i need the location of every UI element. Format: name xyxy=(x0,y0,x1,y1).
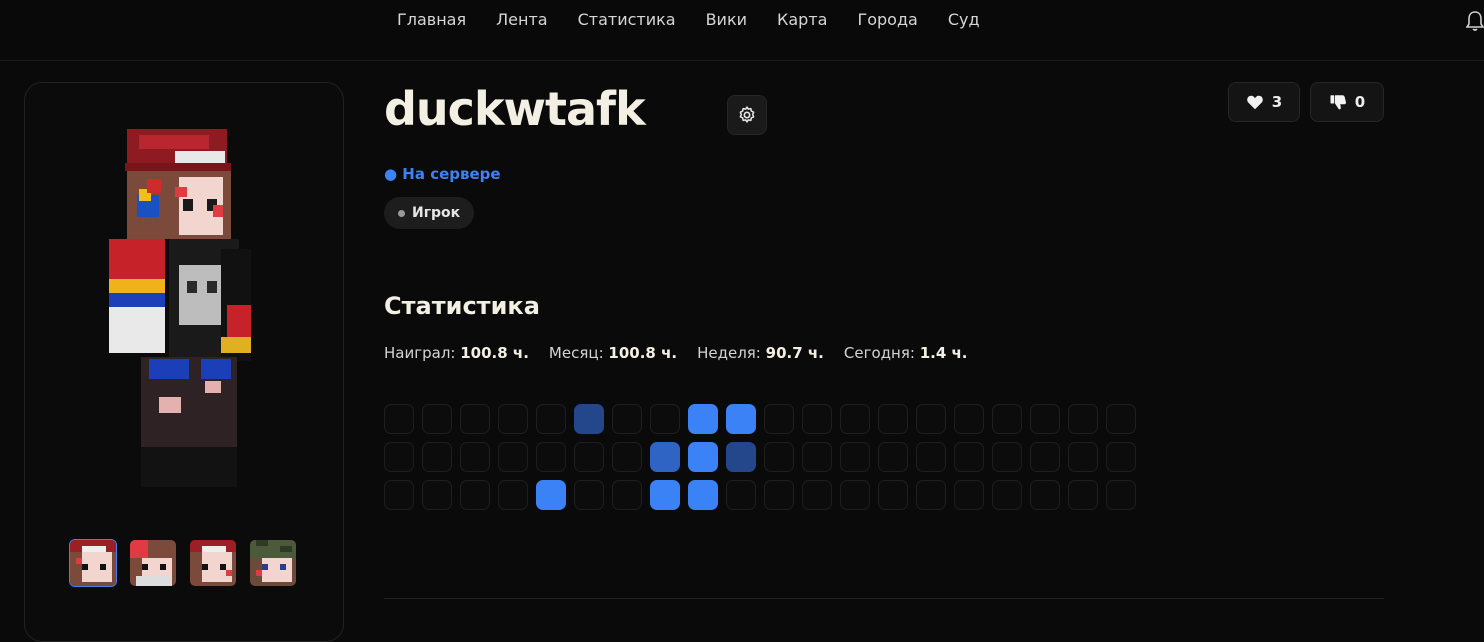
nav-item-statistics[interactable]: Статистика xyxy=(578,10,676,29)
heatmap-cell xyxy=(954,404,984,434)
heatmap-cell xyxy=(460,442,490,472)
divider xyxy=(384,598,1384,599)
heatmap-cell xyxy=(384,442,414,472)
heatmap-cell xyxy=(536,404,566,434)
stat-total: Наиграл: 100.8 ч. xyxy=(384,344,529,362)
heatmap-cell xyxy=(992,404,1022,434)
heatmap-cell xyxy=(1068,480,1098,510)
heatmap-cell xyxy=(384,404,414,434)
heatmap-cell xyxy=(574,480,604,510)
stats-row: Наиграл: 100.8 ч. Месяц: 100.8 ч. Неделя… xyxy=(384,344,987,362)
heatmap-cell xyxy=(802,442,832,472)
heatmap-cell xyxy=(878,480,908,510)
heatmap-cell xyxy=(840,480,870,510)
heatmap-cell xyxy=(612,480,642,510)
heatmap-cell xyxy=(1030,404,1060,434)
online-status: ● На сервере xyxy=(384,165,501,183)
dislike-button[interactable]: 0 xyxy=(1310,82,1384,122)
heatmap-cell xyxy=(536,480,566,510)
heatmap-cell xyxy=(878,404,908,434)
like-count: 3 xyxy=(1271,93,1283,111)
skin-card xyxy=(24,82,344,642)
heatmap-cell xyxy=(498,480,528,510)
stat-today: Сегодня: 1.4 ч. xyxy=(843,344,968,362)
heatmap-cell xyxy=(650,404,680,434)
heatmap-cell xyxy=(1068,442,1098,472)
nav-item-feed[interactable]: Лента xyxy=(496,10,547,29)
heatmap-cell xyxy=(992,480,1022,510)
heatmap-cell xyxy=(840,442,870,472)
heatmap-cell xyxy=(802,480,832,510)
heart-icon xyxy=(1247,95,1263,110)
heatmap-cell xyxy=(536,442,566,472)
stats-title: Статистика xyxy=(384,292,540,320)
role-badge: Игрок xyxy=(384,197,475,229)
nav-item-cities[interactable]: Города xyxy=(857,10,917,29)
heatmap-cell xyxy=(422,480,452,510)
heatmap-cell xyxy=(840,404,870,434)
skin-thumbnail[interactable] xyxy=(69,539,117,587)
heatmap-cell xyxy=(650,442,680,472)
heatmap-cell xyxy=(1106,404,1136,434)
heatmap-cell xyxy=(384,480,414,510)
skin-thumbnail[interactable] xyxy=(189,539,237,587)
heatmap-cell xyxy=(1068,404,1098,434)
heatmap-cell xyxy=(916,404,946,434)
heatmap-cell xyxy=(916,442,946,472)
heatmap-cell xyxy=(612,442,642,472)
skin-thumbnail[interactable] xyxy=(249,539,297,587)
heatmap-cell xyxy=(764,404,794,434)
heatmap-cell xyxy=(802,404,832,434)
heatmap-cell xyxy=(954,442,984,472)
bell-icon[interactable] xyxy=(1466,10,1484,32)
heatmap-cell xyxy=(878,442,908,472)
heatmap-cell xyxy=(726,404,756,434)
heatmap-cell xyxy=(916,480,946,510)
gear-icon xyxy=(739,106,755,123)
nav-item-map[interactable]: Карта xyxy=(777,10,827,29)
role-label: Игрок xyxy=(412,205,461,221)
heatmap-cell xyxy=(726,480,756,510)
heatmap-cell xyxy=(688,480,718,510)
heatmap-cell xyxy=(460,480,490,510)
heatmap-cell xyxy=(422,442,452,472)
heatmap-cell xyxy=(764,480,794,510)
heatmap-cell xyxy=(650,480,680,510)
stat-week: Неделя: 90.7 ч. xyxy=(697,344,824,362)
like-button[interactable]: 3 xyxy=(1228,82,1300,122)
heatmap-cell xyxy=(764,442,794,472)
skin-thumbnail[interactable] xyxy=(129,539,177,587)
heatmap-cell xyxy=(612,404,642,434)
heatmap-cell xyxy=(688,404,718,434)
heatmap-cell xyxy=(422,404,452,434)
top-navigation: Главная Лента Статистика Вики Карта Горо… xyxy=(0,0,1484,61)
heatmap-cell xyxy=(1030,480,1060,510)
heatmap-cell xyxy=(574,404,604,434)
nav-links: Главная Лента Статистика Вики Карта Горо… xyxy=(397,10,1010,29)
heatmap-cell xyxy=(498,404,528,434)
heatmap-cell xyxy=(498,442,528,472)
heatmap-cell xyxy=(1106,480,1136,510)
nav-item-court[interactable]: Суд xyxy=(948,10,980,29)
heatmap-cell xyxy=(1030,442,1060,472)
settings-button[interactable] xyxy=(727,95,767,135)
skin-preview[interactable] xyxy=(109,129,259,489)
nav-item-wiki[interactable]: Вики xyxy=(706,10,747,29)
stat-month: Месяц: 100.8 ч. xyxy=(548,344,678,362)
heatmap-cell xyxy=(574,442,604,472)
nav-item-home[interactable]: Главная xyxy=(397,10,466,29)
heatmap-cell xyxy=(992,442,1022,472)
heatmap-cell xyxy=(460,404,490,434)
heatmap-cell xyxy=(726,442,756,472)
skin-thumbnails xyxy=(69,539,309,587)
dislike-count: 0 xyxy=(1354,93,1366,111)
heatmap-cell xyxy=(1106,442,1136,472)
username: duckwtafk xyxy=(384,82,646,136)
heatmap-cell xyxy=(688,442,718,472)
role-dot xyxy=(398,209,405,217)
thumbs-down-icon xyxy=(1330,95,1346,110)
heatmap-cell xyxy=(954,480,984,510)
